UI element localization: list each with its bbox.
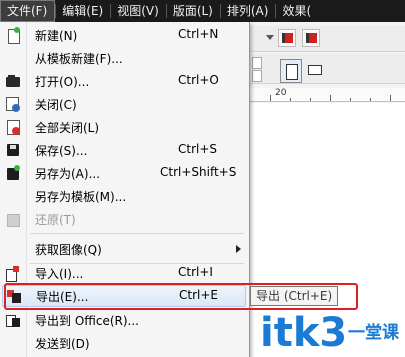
dropdown-arrow-icon[interactable]	[266, 35, 274, 40]
menu-item-shortcut: Ctrl+N	[178, 27, 219, 41]
watermark-subtext: 一堂课	[348, 322, 400, 343]
import-toolbar-button[interactable]	[278, 29, 296, 47]
ruler-tick	[310, 98, 311, 101]
watermark-text: itk3	[260, 310, 347, 354]
ruler-tick	[350, 98, 351, 101]
menu-item-new[interactable]: 新建(N) Ctrl+N	[0, 24, 248, 46]
export-to-office-icon	[5, 312, 21, 328]
menu-item-save-as[interactable]: 另存为(A)... Ctrl+Shift+S	[0, 162, 248, 184]
submenu-arrow-icon	[236, 245, 241, 253]
ruler-tick	[290, 98, 291, 101]
menu-arrange[interactable]: 排列(A)	[221, 0, 276, 22]
property-bar	[248, 54, 405, 84]
menu-item-close[interactable]: 关闭(C)	[0, 93, 248, 115]
menu-item-shortcut: Ctrl+I	[178, 265, 213, 279]
menu-item-new-from-template[interactable]: 从模板新建(F)...	[0, 47, 248, 69]
close-all-icon	[5, 119, 21, 135]
menu-item-label: 还原(T)	[35, 213, 76, 227]
menu-item-label: 新建(N)	[35, 29, 78, 43]
save-as-icon	[5, 165, 21, 181]
menu-item-label: 获取图像(Q)	[35, 243, 102, 257]
menu-layout[interactable]: 版面(L)	[167, 0, 220, 22]
export-tooltip: 导出 (Ctrl+E)	[250, 286, 339, 306]
menu-item-close-all[interactable]: 全部关闭(L)	[0, 116, 248, 138]
menu-separator	[30, 233, 244, 234]
page-width-spinner[interactable]	[252, 57, 262, 69]
menu-item-label: 导出到 Office(R)...	[35, 314, 139, 328]
menu-edit[interactable]: 编辑(E)	[56, 0, 110, 22]
menu-item-save-as-template[interactable]: 另存为模板(M)...	[0, 185, 248, 207]
standard-toolbar	[248, 26, 405, 52]
import-icon	[5, 265, 21, 282]
menu-item-label: 导入(I)...	[35, 267, 84, 281]
ruler-tick	[390, 95, 391, 101]
menu-bar: 文件(F) 编辑(E) 视图(V) 版面(L) 排列(A) 效果(	[0, 0, 405, 22]
export-toolbar-button[interactable]	[302, 29, 320, 47]
menu-item-label: 另存为(A)...	[35, 167, 101, 181]
menu-item-shortcut: Ctrl+O	[178, 73, 219, 87]
menu-item-open[interactable]: 打开(O)... Ctrl+O	[0, 70, 248, 92]
menu-item-label: 打开(O)...	[35, 75, 90, 89]
menu-item-shortcut: Ctrl+Shift+S	[160, 165, 237, 179]
folder-open-icon	[5, 73, 21, 89]
ruler-label: 20	[275, 88, 287, 98]
menu-view[interactable]: 视图(V)	[111, 0, 166, 22]
close-document-icon	[5, 96, 21, 112]
menu-item-save[interactable]: 保存(S)... Ctrl+S	[0, 139, 248, 161]
save-icon	[5, 142, 21, 158]
revert-icon	[5, 211, 21, 227]
menu-effects[interactable]: 效果(	[276, 0, 318, 22]
menu-item-label: 发送到(D)	[35, 337, 90, 351]
menu-item-export-to-office[interactable]: 导出到 Office(R)...	[0, 309, 248, 331]
menu-item-send-to[interactable]: 发送到(D)	[0, 332, 248, 354]
horizontal-ruler: 20	[248, 88, 405, 102]
page-height-spinner[interactable]	[252, 70, 262, 82]
landscape-orientation-button[interactable]	[308, 65, 322, 75]
menu-item-acquire-image[interactable]: 获取图像(Q)	[0, 238, 248, 260]
ruler-tick	[270, 95, 271, 101]
menu-item-label: 全部关闭(L)	[35, 121, 100, 135]
menu-item-revert: 还原(T)	[0, 208, 248, 230]
menu-file[interactable]: 文件(F)	[0, 0, 56, 22]
menu-item-label: 从模板新建(F)...	[35, 52, 123, 66]
menu-item-label: 保存(S)...	[35, 144, 88, 158]
menu-item-shortcut: Ctrl+S	[178, 142, 218, 156]
ruler-tick	[370, 98, 371, 101]
menu-item-label: 关闭(C)	[35, 98, 77, 112]
portrait-orientation-button[interactable]	[280, 59, 302, 83]
new-document-icon	[5, 27, 21, 44]
ruler-tick	[330, 95, 331, 101]
menu-item-import[interactable]: 导入(I)... Ctrl+I	[0, 262, 248, 284]
menu-item-label: 另存为模板(M)...	[35, 190, 127, 204]
watermark-logo: itk3 一堂课	[260, 310, 400, 354]
